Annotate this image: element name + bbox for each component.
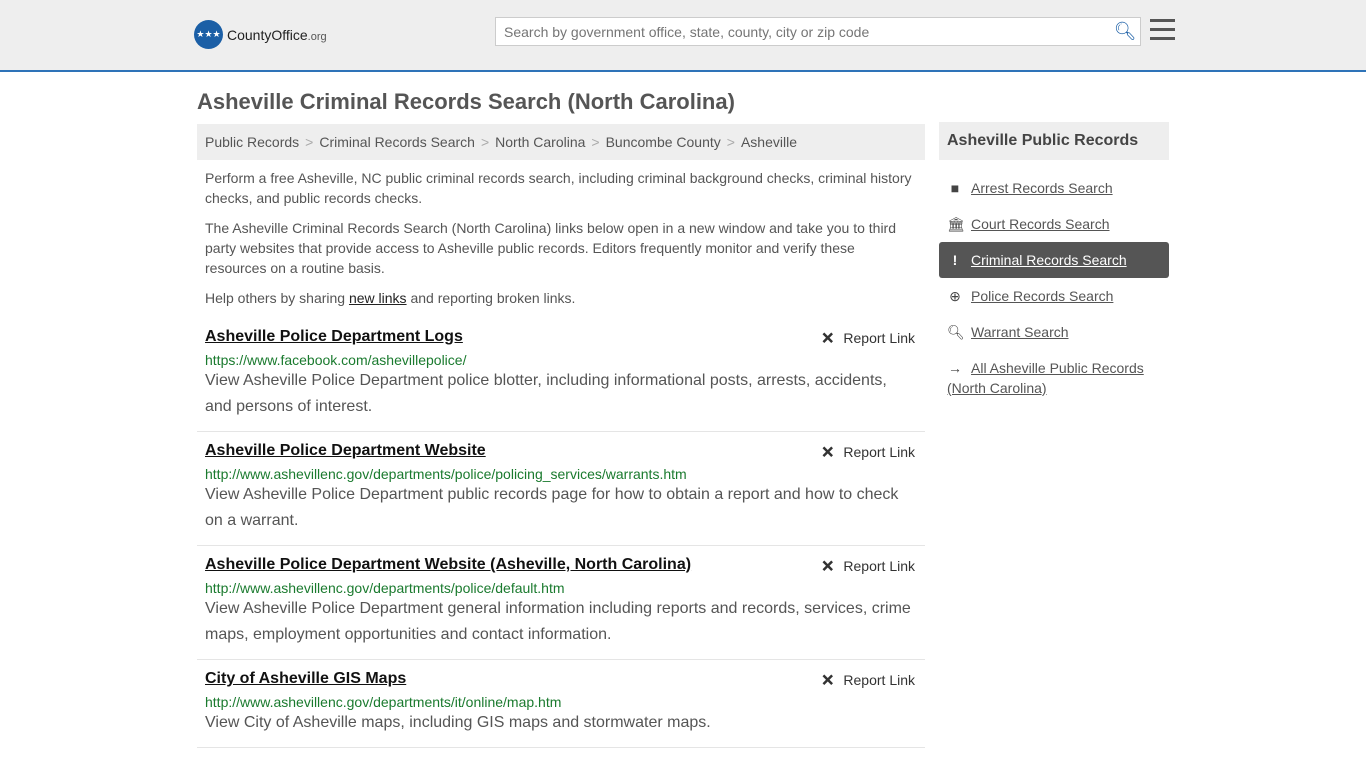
sidebar-item[interactable]: 🔍︎ Warrant Search <box>939 314 1169 350</box>
exclamation-icon: ! <box>952 252 958 268</box>
courthouse-icon: 🏛︎ <box>947 216 965 232</box>
arrow-right-icon: → <box>948 360 962 376</box>
report-link-button[interactable]: ❌︎ Report Link <box>822 558 915 575</box>
breadcrumb-item[interactable]: Asheville <box>741 134 797 150</box>
sidebar-item[interactable]: → All Asheville Public Records (North Car… <box>939 350 1169 406</box>
intro: Perform a free Asheville, NC public crim… <box>197 160 925 308</box>
broken-link-icon: ❌︎ <box>821 330 834 347</box>
listing-item: Asheville Police Department Logs ❌︎ Repor… <box>197 318 925 432</box>
listing-title-link[interactable]: City of Asheville GIS Maps <box>205 670 917 688</box>
breadcrumb-item[interactable]: North Carolina <box>495 134 585 150</box>
sidebar-title: Asheville Public Records <box>939 122 1169 160</box>
sidebar-item[interactable]: 🏛︎ Court Records Search <box>939 206 1169 242</box>
intro-text: Perform a free Asheville, NC public crim… <box>205 170 912 206</box>
breadcrumb-separator: > <box>480 134 490 150</box>
sidebar-link[interactable]: Warrant Search <box>971 324 1069 340</box>
report-link-label: Report Link <box>843 330 915 346</box>
text: Help others by sharing <box>205 290 349 306</box>
sidebar-link[interactable]: Court Records Search <box>971 216 1110 232</box>
main-content: Public Records > Criminal Records Search > N… <box>197 124 925 748</box>
listing-url: http://www.ashevillenc.gov/departments/p… <box>205 580 565 596</box>
search-bar: 🔍︎ <box>495 17 1141 46</box>
listing-title-link[interactable]: Asheville Police Department Website <box>205 442 917 460</box>
listing-description: View Asheville Police Department police … <box>205 372 887 415</box>
intro-text: The Asheville Criminal Records Search (N… <box>205 220 897 276</box>
sidebar-link[interactable]: Arrest Records Search <box>971 180 1113 196</box>
logo-eagle-icon: ★★★ <box>194 20 223 49</box>
report-link-button[interactable]: ❌︎ Report Link <box>822 444 915 461</box>
sidebar-item[interactable]: ! Criminal Records Search <box>939 242 1169 278</box>
broken-link-icon: ❌︎ <box>821 672 834 689</box>
header: ★★★ CountyOffice.org 🔍︎ <box>0 0 1366 72</box>
text: and reporting broken links. <box>406 290 576 306</box>
report-link-label: Report Link <box>843 672 915 688</box>
listing-description: View Asheville Police Department public … <box>205 486 899 529</box>
sidebar-list: ■ Arrest Records Search 🏛︎ Court Records Se… <box>939 170 1169 406</box>
logo-text: CountyOffice <box>227 26 308 43</box>
breadcrumb-item[interactable]: Buncombe County <box>606 134 721 150</box>
search-plus-icon: 🔍︎ <box>947 324 965 340</box>
report-link-label: Report Link <box>843 444 915 460</box>
intro-text: Help others by sharing new links and rep… <box>205 288 917 308</box>
crosshairs-icon: ⊕ <box>949 288 961 304</box>
breadcrumb-separator: > <box>726 134 735 150</box>
logo[interactable]: ★★★ CountyOffice.org <box>194 20 327 49</box>
sidebar-link[interactable]: Police Records Search <box>971 288 1113 304</box>
sidebar-link[interactable]: All Asheville Public Records (North Caro… <box>947 360 1144 396</box>
broken-link-icon: ❌︎ <box>821 444 834 461</box>
listing-item: City of Asheville GIS Maps ❌︎ Report Link… <box>197 660 925 748</box>
listing-description: View City of Asheville maps, including G… <box>205 714 711 731</box>
sidebar-item[interactable]: ⊕ Police Records Search <box>939 278 1169 314</box>
sidebar-item[interactable]: ■ Arrest Records Search <box>939 170 1169 206</box>
listing-item: Asheville Police Department Website ❌︎ Re… <box>197 432 925 546</box>
new-links-link[interactable]: new links <box>349 290 407 306</box>
listing-item: Asheville Police Department Website (Ash… <box>197 546 925 660</box>
listing-title-link[interactable]: Asheville Police Department Logs <box>205 328 917 346</box>
search-input[interactable] <box>496 23 1110 40</box>
report-link-button[interactable]: ❌︎ Report Link <box>822 330 915 347</box>
breadcrumb-item[interactable]: Public Records <box>205 134 299 150</box>
listing-url: http://www.ashevillenc.gov/departments/i… <box>205 694 562 710</box>
breadcrumb-separator: > <box>305 134 314 150</box>
listing-url: https://www.facebook.com/ashevillepolice… <box>205 352 467 368</box>
search-icon[interactable]: 🔍︎ <box>1110 21 1140 42</box>
report-link-label: Report Link <box>843 558 915 574</box>
hamburger-menu-icon[interactable] <box>1150 19 1175 46</box>
square-icon: ■ <box>950 180 960 196</box>
listing-url: http://www.ashevillenc.gov/departments/p… <box>205 466 687 482</box>
sidebar: Asheville Public Records ■ Arrest Records… <box>939 122 1169 406</box>
page-title: Asheville Criminal Records Search (North… <box>197 89 735 114</box>
broken-link-icon: ❌︎ <box>821 558 834 575</box>
listings: Asheville Police Department Logs ❌︎ Repor… <box>197 318 925 748</box>
sidebar-link[interactable]: Criminal Records Search <box>971 252 1127 268</box>
breadcrumb-separator: > <box>591 134 600 150</box>
listing-title-link[interactable]: Asheville Police Department Website (Ash… <box>205 556 917 574</box>
breadcrumb: Public Records > Criminal Records Search > N… <box>197 124 925 160</box>
logo-suffix: .org <box>307 30 327 43</box>
listing-description: View Asheville Police Department general… <box>205 600 911 643</box>
breadcrumb-item[interactable]: Criminal Records Search <box>319 134 475 150</box>
report-link-button[interactable]: ❌︎ Report Link <box>822 672 915 689</box>
